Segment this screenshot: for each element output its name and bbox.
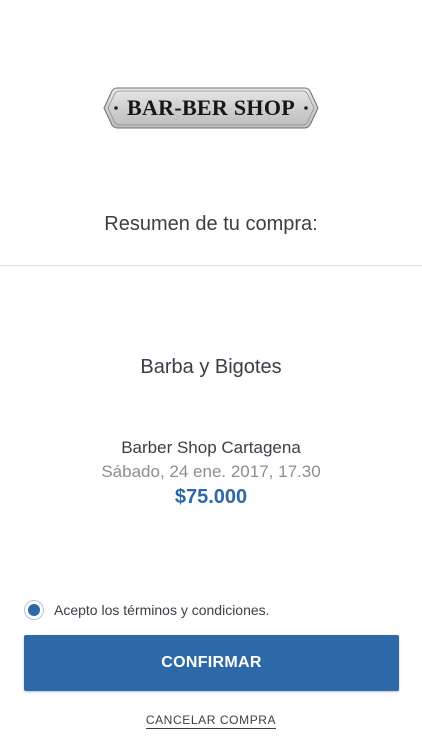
cancel-purchase-link[interactable]: CANCELAR COMPRA [145,713,277,729]
cancel-purchase-container: CANCELAR COMPRA [0,711,422,729]
terms-label: Acepto los términos y condiciones. [54,602,270,618]
divider [0,265,422,266]
logo-container: BAR-BER SHOP [0,86,422,130]
price: $75.000 [174,486,248,508]
barber-shop-logo: BAR-BER SHOP [103,86,319,130]
radio-selected-dot [28,604,40,616]
summary-title: Resumen de tu compra: [104,213,318,235]
shop-name: Barber Shop Cartagena [121,438,301,457]
logo-text: BAR-BER SHOP [126,95,295,120]
terms-checkbox-row[interactable]: Acepto los términos y condiciones. [24,600,270,620]
confirm-button[interactable]: CONFIRMAR [24,635,399,691]
terms-radio[interactable] [24,600,44,620]
service-name: Barba y Bigotes [140,356,282,378]
appointment-datetime: Sábado, 24 ene. 2017, 17.30 [101,462,321,481]
